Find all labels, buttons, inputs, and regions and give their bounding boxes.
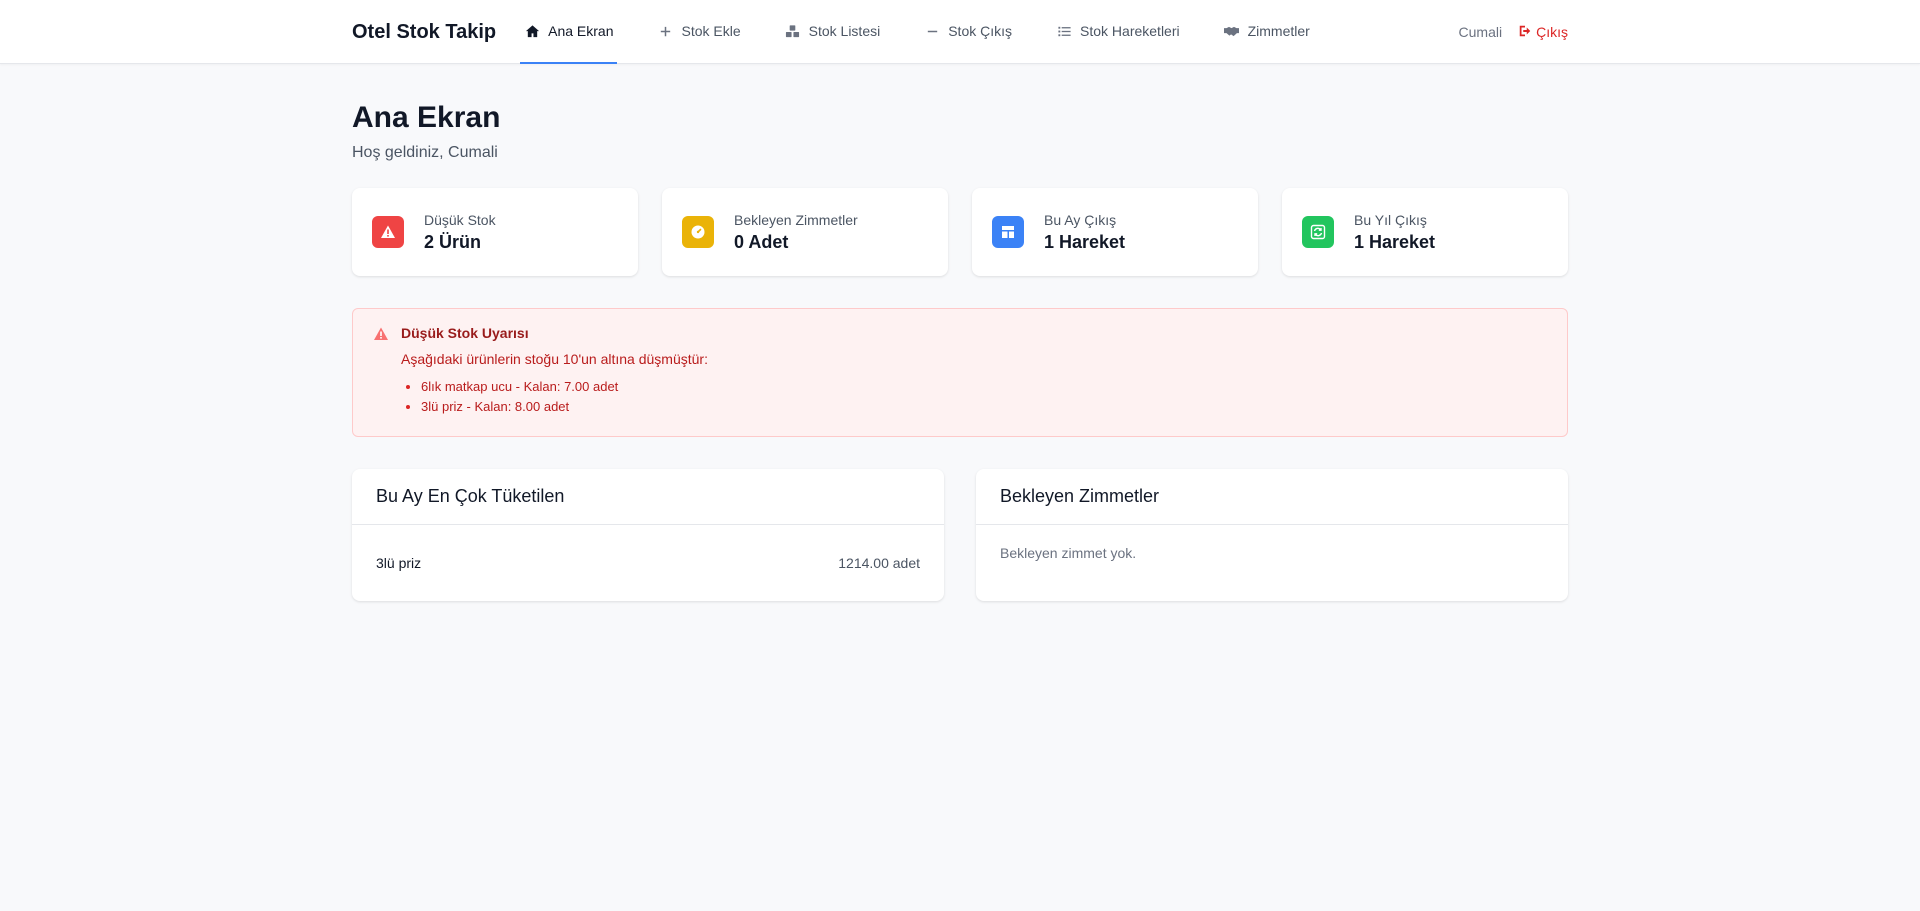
navbar: Otel Stok Takip Ana Ekran Stok Ekle Stok…	[0, 0, 1920, 64]
handshake-icon	[1224, 23, 1240, 39]
user-name: Cumali	[1458, 24, 1503, 40]
alert-text: Aşağıdaki ürünlerin stoğu 10'un altına d…	[401, 351, 708, 367]
alert-list-item: 3lü priz - Kalan: 8.00 adet	[421, 397, 708, 417]
list-item: 3lü priz 1214.00 adet	[376, 525, 920, 601]
stat-card-low-stock: Düşük Stok 2 Ürün	[352, 188, 638, 276]
panel-title: Bekleyen Zimmetler	[976, 469, 1568, 525]
pending-assignments-panel: Bekleyen Zimmetler Bekleyen zimmet yok.	[976, 469, 1568, 601]
empty-state-text: Bekleyen zimmet yok.	[1000, 545, 1137, 561]
nav-link-stok-cikis[interactable]: Stok Çıkış	[920, 0, 1016, 64]
stat-card-pending: Bekleyen Zimmetler 0 Adet	[662, 188, 948, 276]
nav-link-ana-ekran[interactable]: Ana Ekran	[520, 0, 618, 64]
home-icon	[524, 23, 540, 39]
stat-value: 2 Ürün	[424, 231, 482, 252]
stats-row: Düşük Stok 2 Ürün Bekleyen Zimmetler 0 A…	[352, 188, 1568, 276]
low-stock-alert: Düşük Stok Uyarısı Aşağıdaki ürünlerin s…	[352, 308, 1568, 437]
logout-icon	[1518, 24, 1532, 41]
minus-icon	[924, 23, 940, 39]
nav-link-label: Zimmetler	[1247, 23, 1310, 39]
boxes-icon	[785, 23, 801, 39]
warning-icon	[372, 216, 404, 248]
stat-card-year-out: Bu Yıl Çıkış 1 Hareket	[1282, 188, 1568, 276]
item-quantity: 1214.00 adet	[838, 555, 920, 571]
clock-icon	[682, 216, 714, 248]
most-consumed-panel: Bu Ay En Çok Tüketilen 3lü priz 1214.00 …	[352, 469, 944, 601]
stat-card-month-out: Bu Ay Çıkış 1 Hareket	[972, 188, 1258, 276]
page-subtitle: Hoş geldiniz, Cumali	[352, 144, 498, 161]
alert-title: Düşük Stok Uyarısı	[401, 325, 529, 341]
nav-link-stok-listesi[interactable]: Stok Listesi	[781, 0, 885, 64]
stat-label: Bu Ay Çıkış	[1044, 211, 1117, 228]
alert-list: 6lık matkap ucu - Kalan: 7.00 adet 3lü p…	[401, 377, 708, 417]
alert-list-item: 6lık matkap ucu - Kalan: 7.00 adet	[421, 377, 708, 397]
nav-links: Ana Ekran Stok Ekle Stok Listesi Stok Çı…	[520, 0, 1350, 64]
item-name: 3lü priz	[376, 555, 422, 571]
page-title: Ana Ekran	[352, 101, 501, 134]
stat-value: 0 Adet	[734, 231, 789, 252]
nav-link-zimmetler[interactable]: Zimmetler	[1220, 0, 1314, 64]
nav-link-stok-ekle[interactable]: Stok Ekle	[653, 0, 744, 64]
refresh-icon	[1302, 216, 1334, 248]
nav-link-label: Stok Hareketleri	[1080, 23, 1180, 39]
stat-label: Düşük Stok	[424, 211, 496, 228]
logout-button[interactable]: Çıkış	[1518, 24, 1568, 41]
brand-title[interactable]: Otel Stok Takip	[352, 0, 496, 64]
nav-link-label: Ana Ekran	[548, 23, 614, 39]
nav-link-label: Stok Listesi	[808, 23, 881, 39]
warning-icon	[373, 326, 389, 342]
stat-value: 1 Hareket	[1044, 231, 1126, 252]
nav-link-stok-hareketleri[interactable]: Stok Hareketleri	[1052, 0, 1184, 64]
stat-label: Bekleyen Zimmetler	[734, 211, 858, 228]
panel-title: Bu Ay En Çok Tüketilen	[352, 469, 944, 525]
layout-icon	[992, 216, 1024, 248]
list-icon	[1056, 23, 1072, 39]
panels-row: Bu Ay En Çok Tüketilen 3lü priz 1214.00 …	[352, 469, 1568, 601]
main-content: Ana Ekran Hoş geldiniz, Cumali Düşük Sto…	[352, 64, 1568, 601]
stat-value: 1 Hareket	[1354, 231, 1436, 252]
logout-label: Çıkış	[1536, 24, 1568, 40]
plus-icon	[657, 23, 673, 39]
nav-link-label: Stok Ekle	[681, 23, 741, 39]
nav-link-label: Stok Çıkış	[948, 23, 1013, 39]
stat-label: Bu Yıl Çıkış	[1354, 211, 1427, 228]
